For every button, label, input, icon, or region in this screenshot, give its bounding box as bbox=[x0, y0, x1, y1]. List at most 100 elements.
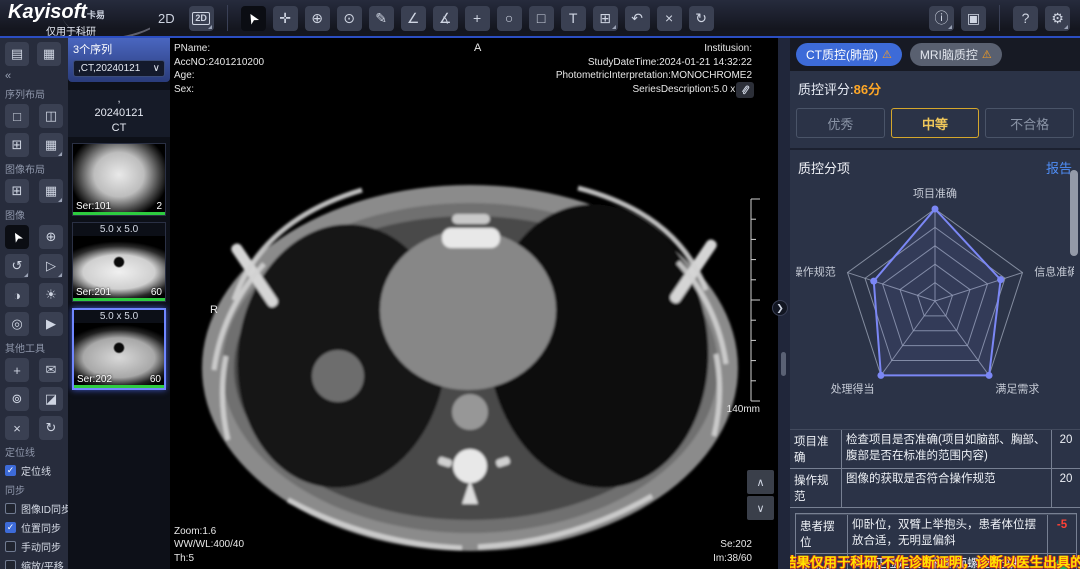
scroll-stack-button[interactable]: ▷ bbox=[39, 254, 63, 278]
preset-button[interactable]: ⊞ bbox=[593, 6, 618, 31]
brightness-button[interactable]: ☀ bbox=[39, 283, 63, 307]
sidebar-section-title: 图像 bbox=[5, 207, 65, 222]
tab-MRI脑质控[interactable]: MRI脑质控⚠ bbox=[910, 43, 1002, 66]
image-viewport[interactable]: PName:AccNO:2401210200Age:Sex: Institusi… bbox=[170, 38, 778, 569]
panel-collapse-handle[interactable]: ❯ bbox=[772, 300, 788, 316]
overlay-study-info: Institusion:StudyDateTime:2024-01-21 14:… bbox=[556, 42, 752, 96]
window-level-button[interactable]: ⊙ bbox=[337, 6, 362, 31]
pointer-button[interactable]: ➤ bbox=[241, 6, 266, 31]
layout-1x1-button[interactable]: □ bbox=[5, 104, 29, 128]
table-row: 操作规范图像的获取是否符合操作规范20 bbox=[790, 469, 1080, 508]
thumbnail-pixel-spacing-label: 5.0 x 5.0 bbox=[73, 223, 165, 236]
text-icon: T bbox=[569, 10, 578, 26]
tab-CT质控(肺部)[interactable]: CT质控(肺部)⚠ bbox=[796, 43, 902, 66]
thumbnail-loaded-bar bbox=[73, 298, 165, 301]
grade-button-不合格[interactable]: 不合格 bbox=[985, 108, 1074, 138]
series-panel: 3个序列 ,CT,20240121 ∨ , 20240121 CT Ser:10… bbox=[68, 38, 170, 569]
eraser-button[interactable]: ◪ bbox=[39, 387, 63, 411]
checkbox-手动同步[interactable]: 手动同步 bbox=[5, 539, 65, 554]
series-dropdown-value: ,CT,20240121 bbox=[78, 63, 140, 74]
qc-score-label: 质控评分: bbox=[798, 82, 854, 97]
ellipse-button[interactable]: ○ bbox=[497, 6, 522, 31]
scroll-down-button[interactable]: ∨ bbox=[747, 496, 774, 520]
checkbox-图像ID同步[interactable]: 图像ID同步 bbox=[5, 501, 65, 516]
cobb-angle-icon: ∡ bbox=[439, 10, 452, 27]
sidebar-collapse-button[interactable]: « bbox=[5, 70, 65, 82]
delete-icon: × bbox=[13, 421, 21, 436]
crosshair-button[interactable]: + bbox=[465, 6, 490, 31]
qc-panel-scrollbar-thumb[interactable] bbox=[1070, 170, 1078, 256]
pan-icon: ✛ bbox=[279, 10, 291, 27]
pan-button[interactable]: ✛ bbox=[273, 6, 298, 31]
checkbox-label: 位置同步 bbox=[21, 520, 61, 535]
img-layout-2x2-button[interactable]: ⊞ bbox=[5, 179, 29, 203]
checkbox-缩放/平移[interactable]: 缩放/平移 bbox=[5, 558, 65, 569]
paperclip-attach-button[interactable] bbox=[736, 82, 754, 98]
sidebar-section-title: 同步 bbox=[5, 482, 65, 497]
report-panel-button[interactable]: ▦ bbox=[37, 42, 61, 66]
checkbox-box[interactable] bbox=[5, 503, 16, 514]
checkbox-box[interactable] bbox=[5, 541, 16, 552]
delete-button[interactable]: × bbox=[657, 6, 682, 31]
layout-2d-button[interactable]: 2D bbox=[189, 6, 214, 31]
magnify-button[interactable]: ⊕ bbox=[39, 225, 63, 249]
rectangle-button[interactable]: □ bbox=[529, 6, 554, 31]
target-button[interactable]: ◎ bbox=[5, 312, 29, 336]
invert-button[interactable]: ◑ bbox=[5, 283, 29, 307]
checkbox-位置同步[interactable]: ✓ 位置同步 bbox=[5, 520, 65, 535]
grade-button-中等[interactable]: 中等 bbox=[891, 108, 980, 138]
layout-1x2-button[interactable]: ◫ bbox=[39, 104, 63, 128]
undo-icon: ↶ bbox=[631, 10, 643, 27]
series-thumbnail[interactable]: Ser:1012 bbox=[72, 143, 166, 216]
scroll-up-button[interactable]: ∧ bbox=[747, 470, 774, 494]
warning-icon: ⚠ bbox=[882, 48, 892, 61]
pointer-button[interactable]: ➤ bbox=[5, 225, 29, 249]
undo-button[interactable]: ↶ bbox=[625, 6, 650, 31]
qc-tabs: CT质控(肺部)⚠MRI脑质控⚠ bbox=[790, 38, 1080, 71]
grade-button-优秀[interactable]: 优秀 bbox=[796, 108, 885, 138]
reset-icon: ↻ bbox=[695, 10, 707, 27]
ellipse-icon: ○ bbox=[505, 10, 513, 26]
text-button[interactable]: T bbox=[561, 6, 586, 31]
img-layout-2x2-icon: ⊞ bbox=[12, 183, 23, 199]
info-icon: ⓘ bbox=[935, 8, 949, 28]
layout-2x2-button[interactable]: ⊞ bbox=[5, 133, 29, 157]
brightness-icon: ☀ bbox=[45, 287, 57, 303]
zoom-button[interactable]: ⊕ bbox=[305, 6, 330, 31]
viewport-scrollbar-thumb[interactable] bbox=[781, 352, 786, 376]
sidebar-sections: 序列布局□◫⊞▦图像布局⊞▦图像➤⊕↺▷◑☀◎▶其他工具+✉⊚◪×↻ bbox=[5, 86, 65, 440]
series-list-button[interactable]: ▤ bbox=[5, 42, 29, 66]
settings-button[interactable]: ⚙ bbox=[1045, 6, 1070, 31]
layout-3x3-button[interactable]: ▦ bbox=[39, 133, 63, 157]
series-thumbnail[interactable]: 5.0 x 5.0Ser:20160 bbox=[72, 222, 166, 302]
report-link[interactable]: 报告 bbox=[1046, 158, 1072, 177]
checkbox-box[interactable] bbox=[5, 560, 16, 569]
comment-button[interactable]: ✉ bbox=[39, 358, 63, 382]
ct-axial-image bbox=[170, 38, 778, 569]
delete-button[interactable]: × bbox=[5, 416, 29, 440]
toolbar-separator bbox=[227, 5, 228, 31]
series-count-label: 3个序列 bbox=[73, 41, 165, 57]
cobb-angle-button[interactable]: ∡ bbox=[433, 6, 458, 31]
help-button[interactable]: ? bbox=[1013, 6, 1038, 31]
reset-button[interactable]: ↻ bbox=[39, 416, 63, 440]
angle-button[interactable]: ∠ bbox=[401, 6, 426, 31]
checkbox-box[interactable]: ✓ bbox=[5, 522, 16, 533]
flip-rotate-icon: ↺ bbox=[12, 258, 23, 274]
info-button[interactable]: ⓘ bbox=[929, 6, 954, 31]
series-dropdown[interactable]: ,CT,20240121 ∨ bbox=[73, 60, 165, 77]
series-thumbnail[interactable]: 5.0 x 5.0Ser:20260 bbox=[72, 308, 166, 390]
cine-play-button[interactable]: ▶ bbox=[39, 312, 63, 336]
magnifier-roi-button[interactable]: ⊚ bbox=[5, 387, 29, 411]
checkbox-box[interactable]: ✓ bbox=[5, 465, 16, 476]
reset-button[interactable]: ↻ bbox=[689, 6, 714, 31]
save-button[interactable]: ▣ bbox=[961, 6, 986, 31]
sidebar-icon-grid: + ✉ ⊚ ◪ × ↻ bbox=[5, 358, 65, 440]
checkbox-定位线[interactable]: ✓定位线 bbox=[5, 463, 65, 478]
crosshair-button[interactable]: + bbox=[5, 358, 29, 382]
qc-radar-chart: 项目准确信息准确满足需求处理得当操作规范 bbox=[790, 179, 1080, 425]
flip-rotate-button[interactable]: ↺ bbox=[5, 254, 29, 278]
tab-label: MRI脑质控 bbox=[920, 46, 978, 63]
img-layout-3x3-button[interactable]: ▦ bbox=[39, 179, 63, 203]
measure-button[interactable]: ✎ bbox=[369, 6, 394, 31]
